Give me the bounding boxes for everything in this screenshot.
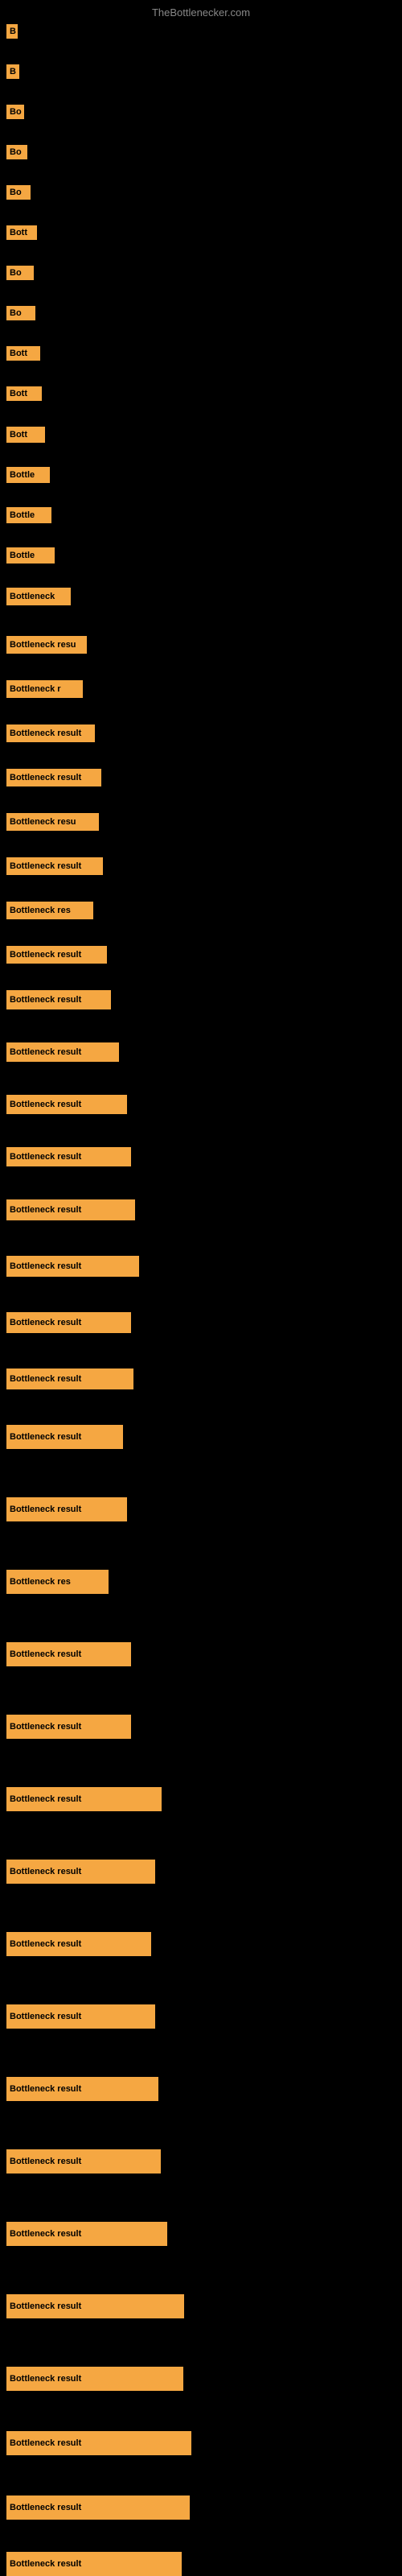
bar-item: Bottleneck result [6, 1147, 131, 1166]
bar: Bottleneck result [6, 1147, 131, 1166]
bar: Bottle [6, 547, 55, 564]
bar: Bottleneck result [6, 1042, 119, 1062]
bar-item: Bottleneck result [6, 2149, 161, 2174]
bar-item: Bottleneck result [6, 2552, 182, 2576]
bar-item: Bo [6, 266, 34, 280]
bar: Bottleneck result [6, 1199, 135, 1220]
bar: Bo [6, 185, 31, 200]
bar: Bottleneck result [6, 2367, 183, 2391]
bar: Bottleneck res [6, 1570, 109, 1594]
bar: Bottleneck result [6, 1368, 133, 1389]
bar: Bott [6, 386, 42, 401]
bar: Bottleneck resu [6, 813, 99, 831]
bar: Bottleneck result [6, 1497, 127, 1521]
bar-item: Bottleneck result [6, 2222, 167, 2246]
bar-item: Bottleneck result [6, 2431, 191, 2455]
bar-item: Bottleneck result [6, 1368, 133, 1389]
bar-item: Bottleneck resu [6, 636, 87, 654]
bar: Bottleneck result [6, 1932, 151, 1956]
bar: Bottleneck result [6, 1312, 131, 1333]
bar-item: Bottle [6, 547, 55, 564]
bar-item: Bottleneck result [6, 1256, 139, 1277]
bar: Bottleneck r [6, 680, 83, 698]
bar: Bottleneck resu [6, 636, 87, 654]
bar-item: Bottleneck result [6, 1425, 123, 1449]
bar-item: Bottle [6, 467, 50, 483]
bar: Bott [6, 346, 40, 361]
bar-item: Bott [6, 427, 45, 443]
bar: Bottleneck result [6, 946, 107, 964]
bar-item: Bott [6, 386, 42, 401]
site-title: TheBottlenecker.com [152, 6, 250, 19]
bar-item: Bottleneck r [6, 680, 83, 698]
bar: Bo [6, 306, 35, 320]
bar-item: Bo [6, 306, 35, 320]
bar: Bo [6, 266, 34, 280]
bar: Bottleneck result [6, 724, 95, 742]
bar-item: Bott [6, 346, 40, 361]
bar-item: Bottleneck res [6, 902, 93, 919]
bar-item: Bottleneck result [6, 1860, 155, 1884]
bar-item: B [6, 64, 19, 79]
bar: Bottleneck result [6, 2496, 190, 2520]
bar-item: Bottleneck result [6, 1095, 127, 1114]
bar: Bottleneck result [6, 1642, 131, 1666]
bar: Bott [6, 225, 37, 240]
bar-item: Bottleneck result [6, 2077, 158, 2101]
bar-item: Bottleneck result [6, 769, 101, 786]
bar: Bottle [6, 507, 51, 523]
bar-item: B [6, 24, 18, 39]
bar-item: Bottleneck result [6, 724, 95, 742]
bar: Bottleneck result [6, 2149, 161, 2174]
bar: Bo [6, 105, 24, 119]
bar-item: Bottleneck [6, 588, 71, 605]
bar-item: Bo [6, 145, 27, 159]
bar: Bottleneck result [6, 2222, 167, 2246]
bar: Bottleneck result [6, 2431, 191, 2455]
bar: Bottleneck result [6, 769, 101, 786]
bar: Bott [6, 427, 45, 443]
bar-item: Bottleneck result [6, 1932, 151, 1956]
bar-item: Bottleneck res [6, 1570, 109, 1594]
bar-item: Bottle [6, 507, 51, 523]
bar-item: Bottleneck result [6, 990, 111, 1009]
bar: Bo [6, 145, 27, 159]
bar-item: Bottleneck result [6, 2367, 183, 2391]
bar-item: Bottleneck result [6, 2004, 155, 2029]
bar-item: Bottleneck result [6, 1715, 131, 1739]
bar: Bottleneck result [6, 1787, 162, 1811]
bar: Bottleneck result [6, 857, 103, 875]
bar: Bottleneck result [6, 1860, 155, 1884]
bar-item: Bott [6, 225, 37, 240]
bar: Bottleneck result [6, 2077, 158, 2101]
bar: Bottle [6, 467, 50, 483]
bar-item: Bottleneck resu [6, 813, 99, 831]
bar: Bottleneck result [6, 1425, 123, 1449]
bar: Bottleneck result [6, 1256, 139, 1277]
bar-item: Bottleneck result [6, 857, 103, 875]
bar-item: Bottleneck result [6, 1787, 162, 1811]
bar: B [6, 24, 18, 39]
bar: Bottleneck [6, 588, 71, 605]
bar-item: Bottleneck result [6, 1042, 119, 1062]
bar: B [6, 64, 19, 79]
bar-item: Bottleneck result [6, 1199, 135, 1220]
bar: Bottleneck result [6, 1095, 127, 1114]
bar: Bottleneck result [6, 2004, 155, 2029]
bar-item: Bottleneck result [6, 2496, 190, 2520]
bar: Bottleneck result [6, 1715, 131, 1739]
bar-item: Bottleneck result [6, 2294, 184, 2318]
bar-item: Bo [6, 105, 24, 119]
bar: Bottleneck result [6, 2294, 184, 2318]
bar: Bottleneck res [6, 902, 93, 919]
bar: Bottleneck result [6, 990, 111, 1009]
bar-item: Bottleneck result [6, 1642, 131, 1666]
bar: Bottleneck result [6, 2552, 182, 2576]
bar-item: Bottleneck result [6, 946, 107, 964]
bar-item: Bottleneck result [6, 1497, 127, 1521]
bar-item: Bottleneck result [6, 1312, 131, 1333]
bar-item: Bo [6, 185, 31, 200]
